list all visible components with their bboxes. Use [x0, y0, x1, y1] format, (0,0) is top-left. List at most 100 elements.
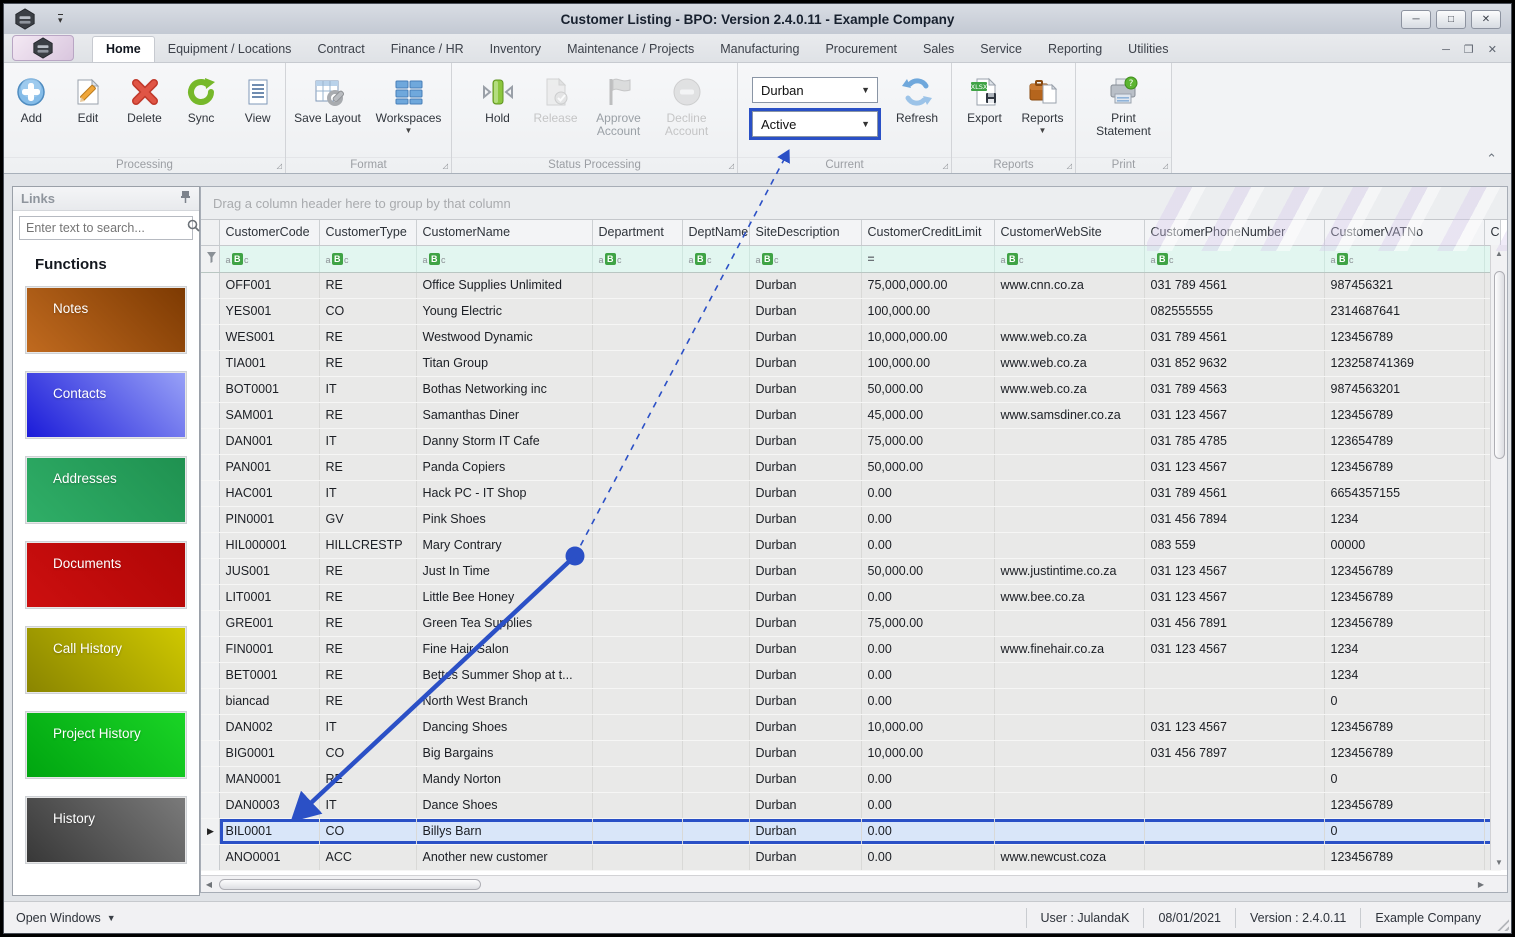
- grid-cell[interactable]: 031 123 4567: [1144, 454, 1325, 481]
- table-row[interactable]: HIL000001 HILLCRESTP Mary Contrary Durban 0.…: [201, 532, 1501, 559]
- grid-cell[interactable]: www.finehair.co.za: [994, 636, 1145, 663]
- grid-cell[interactable]: BIG0001: [219, 740, 320, 767]
- grid-cell[interactable]: Titan Group: [416, 350, 593, 377]
- column-header-c[interactable]: C: [1484, 220, 1501, 246]
- grid-cell[interactable]: Little Bee Honey: [416, 584, 593, 611]
- grid-cell[interactable]: Durban: [749, 792, 862, 819]
- table-row[interactable]: biancad RE North West Branch Durban 0.00 0: [201, 688, 1501, 715]
- grid-cell[interactable]: RE: [319, 402, 417, 429]
- tab-home[interactable]: Home: [92, 36, 155, 62]
- grid-cell[interactable]: 75,000.00: [861, 428, 995, 455]
- grid-cell[interactable]: [1144, 688, 1325, 715]
- sync-button[interactable]: Sync: [174, 71, 229, 125]
- grid-cell[interactable]: [682, 714, 750, 741]
- grid-cell[interactable]: IT: [319, 480, 417, 507]
- grid-cell[interactable]: Durban: [749, 506, 862, 533]
- grid-cell[interactable]: [682, 480, 750, 507]
- grid-cell[interactable]: [682, 324, 750, 351]
- grid-cell[interactable]: [592, 272, 683, 299]
- pin-icon[interactable]: [180, 190, 191, 208]
- filter-cell-customerwebsite[interactable]: aBc: [994, 245, 1145, 273]
- grid-cell[interactable]: Dance Shoes: [416, 792, 593, 819]
- grid-cell[interactable]: WES001: [219, 324, 320, 351]
- grid-cell[interactable]: 75,000.00: [861, 610, 995, 637]
- grid-cell[interactable]: Fine Hair Salon: [416, 636, 593, 663]
- dialog-launcher-icon[interactable]: ◿: [1067, 162, 1072, 170]
- grid-cell[interactable]: 0.00: [861, 844, 995, 871]
- grid-cell[interactable]: [682, 662, 750, 689]
- grid-cell[interactable]: Big Bargains: [416, 740, 593, 767]
- grid-cell[interactable]: biancad: [219, 688, 320, 715]
- scroll-left-icon[interactable]: ◀: [201, 880, 217, 889]
- dialog-launcher-icon[interactable]: ◿: [277, 162, 282, 170]
- grid-cell[interactable]: Durban: [749, 324, 862, 351]
- grid-cell[interactable]: 0.00: [861, 532, 995, 559]
- grid-cell[interactable]: 123456789: [1324, 558, 1485, 585]
- table-row[interactable]: FIN0001 RE Fine Hair Salon Durban 0.00 www.fi…: [201, 636, 1501, 663]
- grid-cell[interactable]: Durban: [749, 688, 862, 715]
- grid-cell[interactable]: 987456321: [1324, 272, 1485, 299]
- tab-procurement[interactable]: Procurement: [812, 37, 910, 62]
- tab-inventory[interactable]: Inventory: [477, 37, 554, 62]
- grid-cell[interactable]: 031 789 4561: [1144, 480, 1325, 507]
- grid-cell[interactable]: OFF001: [219, 272, 320, 299]
- grid-cell[interactable]: Durban: [749, 662, 862, 689]
- vertical-scroll-thumb[interactable]: [1493, 271, 1505, 459]
- grid-cell[interactable]: 0.00: [861, 480, 995, 507]
- table-row[interactable]: DAN0003 IT Dance Shoes Durban 0.00 123456789: [201, 792, 1501, 819]
- grid-cell[interactable]: [682, 350, 750, 377]
- grid-cell[interactable]: [682, 740, 750, 767]
- grid-cell[interactable]: RE: [319, 688, 417, 715]
- grid-cell[interactable]: [682, 636, 750, 663]
- save-layout-button[interactable]: Save Layout: [289, 71, 367, 134]
- grid-cell[interactable]: [592, 428, 683, 455]
- grid-cell[interactable]: www.justintime.co.za: [994, 558, 1145, 585]
- close-button[interactable]: ✕: [1471, 9, 1501, 29]
- grid-cell[interactable]: [682, 584, 750, 611]
- grid-cell[interactable]: [994, 662, 1145, 689]
- grid-cell[interactable]: Durban: [749, 610, 862, 637]
- table-row[interactable]: LIT0001 RE Little Bee Honey Durban 0.00 www.b…: [201, 584, 1501, 611]
- grid-cell[interactable]: [994, 792, 1145, 819]
- filter-cell-customerphonenumber[interactable]: aBc: [1144, 245, 1325, 273]
- application-button[interactable]: [12, 35, 74, 61]
- grid-cell[interactable]: IT: [319, 714, 417, 741]
- grid-cell[interactable]: DAN001: [219, 428, 320, 455]
- grid-cell[interactable]: Mandy Norton: [416, 766, 593, 793]
- grid-cell[interactable]: [994, 818, 1145, 845]
- grid-cell[interactable]: RE: [319, 610, 417, 637]
- function-button-addresses[interactable]: Addresses: [25, 456, 187, 524]
- grid-cell[interactable]: Durban: [749, 376, 862, 403]
- grid-cell[interactable]: HAC001: [219, 480, 320, 507]
- grid-cell[interactable]: 0: [1324, 818, 1485, 845]
- grid-cell[interactable]: 10,000.00: [861, 714, 995, 741]
- grid-cell[interactable]: [682, 272, 750, 299]
- grid-cell[interactable]: Danny Storm IT Cafe: [416, 428, 593, 455]
- grid-cell[interactable]: www.cnn.co.za: [994, 272, 1145, 299]
- grid-cell[interactable]: 031 123 4567: [1144, 584, 1325, 611]
- grid-cell[interactable]: 45,000.00: [861, 402, 995, 429]
- grid-cell[interactable]: 123456789: [1324, 740, 1485, 767]
- grid-cell[interactable]: 031 123 4567: [1144, 558, 1325, 585]
- function-button-history[interactable]: History: [25, 796, 187, 864]
- column-header-customertype[interactable]: CustomerType: [319, 220, 417, 246]
- grid-cell[interactable]: [1144, 818, 1325, 845]
- filter-cell-customercreditlimit[interactable]: =: [861, 245, 995, 273]
- grid-cell[interactable]: Billys Barn: [416, 818, 593, 845]
- filter-cell-customertype[interactable]: aBc: [319, 245, 417, 273]
- vertical-scrollbar[interactable]: ▲ ▼: [1490, 245, 1507, 870]
- grid-cell[interactable]: 031 789 4561: [1144, 324, 1325, 351]
- column-header-customercode[interactable]: CustomerCode: [219, 220, 320, 246]
- grid-cell[interactable]: [592, 402, 683, 429]
- function-button-contacts[interactable]: Contacts: [25, 371, 187, 439]
- grid-cell[interactable]: 0.00: [861, 688, 995, 715]
- reports-button[interactable]: Reports ▼: [1015, 71, 1071, 135]
- grid-cell[interactable]: 10,000.00: [861, 740, 995, 767]
- print-statement-button[interactable]: ? Print Statement: [1084, 71, 1164, 138]
- grid-cell[interactable]: Durban: [749, 584, 862, 611]
- table-row[interactable]: JUS001 RE Just In Time Durban 50,000.00 www.j…: [201, 558, 1501, 585]
- workspaces-button[interactable]: Workspaces ▼: [369, 71, 449, 135]
- grid-cell[interactable]: Durban: [749, 428, 862, 455]
- mdi-close-button[interactable]: ✕: [1488, 43, 1497, 56]
- filter-cell-deptname[interactable]: aBc: [682, 245, 750, 273]
